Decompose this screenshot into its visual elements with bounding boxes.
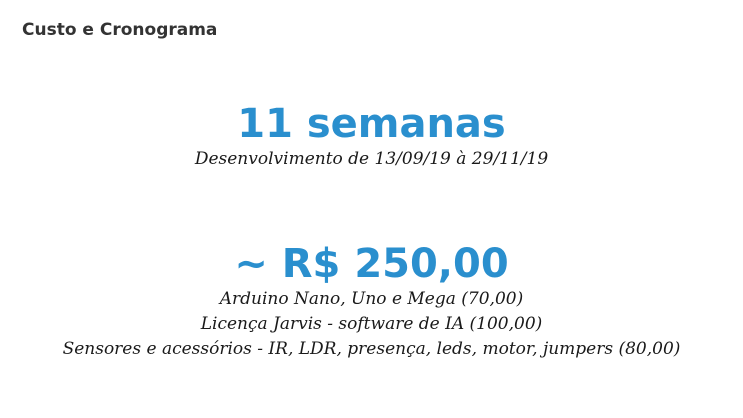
- cost-item-jarvis-license: Licença Jarvis - software de IA (100,00): [200, 314, 543, 334]
- schedule-section: 11 semanas Desenvolvimento de 13/09/19 à…: [0, 101, 743, 172]
- cost-item-sensors: Sensores e acessórios - IR, LDR, presenç…: [62, 339, 681, 359]
- slide: Custo e Cronograma 11 semanas Desenvolvi…: [0, 0, 743, 418]
- schedule-detail: Desenvolvimento de 13/09/19 à 29/11/19: [194, 149, 549, 169]
- cost-headline: ~ R$ 250,00: [234, 241, 509, 287]
- schedule-headline: 11 semanas: [237, 101, 506, 147]
- cost-section: ~ R$ 250,00 Arduino Nano, Uno e Mega (70…: [0, 241, 743, 362]
- cost-item-arduino: Arduino Nano, Uno e Mega (70,00): [219, 289, 524, 309]
- slide-title: Custo e Cronograma: [22, 20, 218, 40]
